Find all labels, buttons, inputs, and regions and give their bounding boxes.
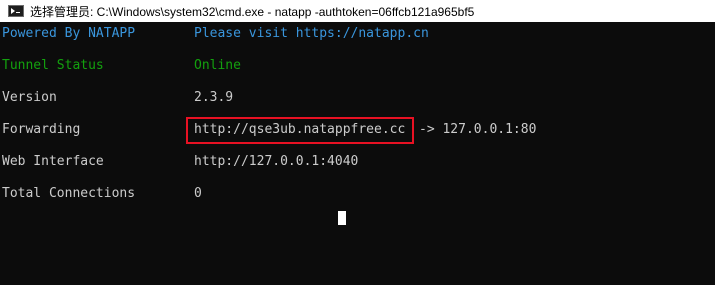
forwarding-highlight-box — [186, 117, 414, 144]
tunnel-status-value: Online — [194, 58, 241, 73]
text-cursor — [338, 211, 346, 225]
forwarding-target: -> 127.0.0.1:80 — [419, 122, 537, 137]
forwarding-label: Forwarding — [2, 122, 81, 137]
version-label: Version — [2, 90, 57, 105]
tunnel-status-label: Tunnel Status — [2, 58, 104, 73]
total-connections-value: 0 — [194, 186, 202, 201]
window-titlebar[interactable]: 选择管理员: C:\Windows\system32\cmd.exe - nat… — [0, 0, 715, 22]
total-connections-label: Total Connections — [2, 186, 136, 201]
web-interface-value: http://127.0.0.1:4040 — [194, 154, 359, 169]
version-value: 2.3.9 — [194, 90, 234, 105]
cmd-icon — [8, 5, 24, 17]
cmd-window: 选择管理员: C:\Windows\system32\cmd.exe - nat… — [0, 0, 715, 285]
web-interface-label: Web Interface — [2, 154, 104, 169]
powered-by-label: Powered By NATAPP — [2, 26, 136, 41]
window-title: 选择管理员: C:\Windows\system32\cmd.exe - nat… — [30, 4, 475, 19]
visit-url-text: Please visit https://natapp.cn — [194, 26, 429, 41]
console-output[interactable]: Powered By NATAPP Please visit https://n… — [0, 22, 715, 285]
